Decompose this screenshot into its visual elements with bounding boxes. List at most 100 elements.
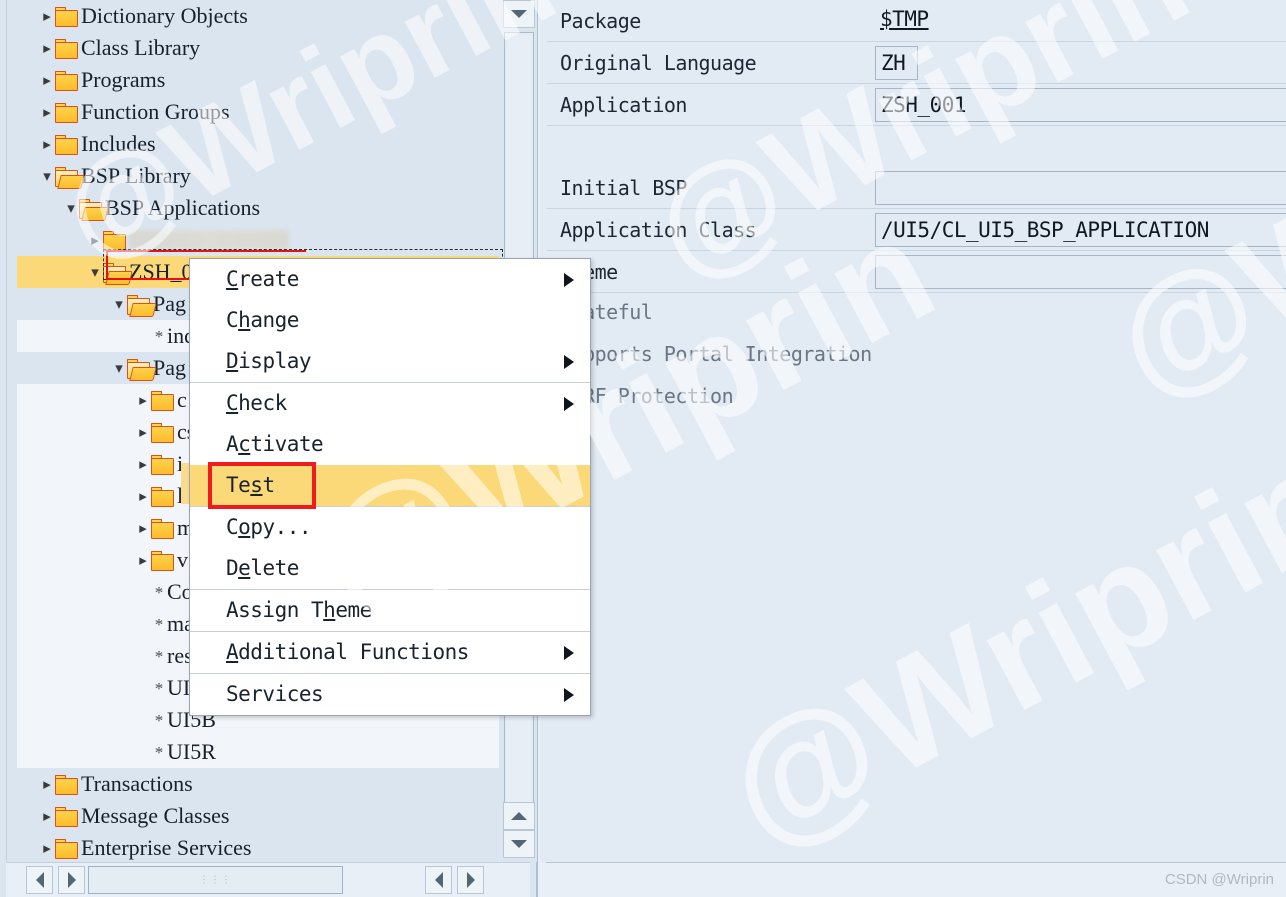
file-icon: *	[151, 321, 167, 353]
tree-node-programs[interactable]: Programs	[17, 64, 499, 96]
tree-node-transactions[interactable]: Transactions	[17, 768, 499, 800]
value-original-language[interactable]: ZH	[875, 46, 918, 80]
form-row-original-language: Original Language ZH	[540, 42, 1286, 84]
file-icon: *	[151, 641, 167, 673]
scroll-right-button-2[interactable]	[457, 866, 484, 894]
value-application[interactable]: ZSH_001	[875, 88, 1286, 122]
tree-node-ui5r[interactable]: *UI5R	[17, 736, 499, 768]
context-menu[interactable]: CreateChange Display Check Activate Test Copy…	[189, 258, 591, 716]
scroll-left-button-2[interactable]	[425, 866, 452, 894]
folder-closed-icon	[55, 776, 79, 795]
row-separator	[547, 292, 1286, 293]
menu-item-label: Display	[226, 349, 311, 373]
folder-closed-icon	[103, 232, 127, 251]
chevron-down-icon	[511, 10, 527, 18]
menu-item-copy[interactable]: Copy...	[190, 507, 590, 548]
csdn-credit: CSDN @Wriprin	[1165, 871, 1274, 888]
label-original-language: Original Language	[560, 42, 756, 84]
tree-horizontal-scrollbar[interactable]: ⋮⋮⋮	[6, 862, 530, 897]
menu-item-test[interactable]: Test	[190, 465, 590, 506]
tree-node-includes[interactable]: Includes	[17, 128, 499, 160]
form-row-package: Package $TMP	[540, 0, 1286, 42]
bsp-application-attributes-form: Package $TMP Original Language ZH Applic…	[540, 0, 1286, 897]
chevron-down-icon[interactable]	[111, 353, 127, 386]
scroll-down-button[interactable]	[503, 830, 535, 858]
label-initial-bsp: Initial BSP	[560, 167, 687, 209]
chevron-down-icon[interactable]	[111, 289, 127, 322]
submenu-arrow-icon	[564, 397, 574, 411]
chevron-down-icon	[511, 840, 527, 848]
tree-node-message-classes[interactable]: Message Classes	[17, 800, 499, 832]
scroll-up-button[interactable]	[503, 802, 535, 830]
menu-item-label: Activate	[226, 432, 323, 456]
scroll-right-button[interactable]	[58, 866, 85, 894]
value-application-class[interactable]: /UI5/CL_UI5_BSP_APPLICATION	[875, 213, 1286, 247]
grip-icon: ⋮⋮⋮	[199, 875, 232, 886]
menu-item-label: Check	[226, 391, 287, 415]
menu-item-display[interactable]: Display	[190, 341, 590, 382]
tree-node-bsp-library[interactable]: BSP Library	[17, 160, 499, 192]
submenu-arrow-icon	[564, 273, 574, 287]
menu-item-check[interactable]: Check	[190, 383, 590, 424]
chevron-down-icon[interactable]	[87, 257, 103, 290]
submenu-arrow-icon	[564, 355, 574, 369]
tree-node-dictionary-objects[interactable]: Dictionary Objects	[17, 0, 499, 32]
status-footer: CSDN @Wriprin	[540, 863, 1286, 897]
menu-item-create[interactable]: Create	[190, 259, 590, 300]
chevron-right-icon[interactable]	[39, 129, 55, 162]
masked-node-label	[129, 230, 289, 250]
form-row-theme: Theme	[540, 251, 1286, 293]
file-icon: *	[151, 609, 167, 641]
chevron-right-icon[interactable]	[39, 801, 55, 834]
chevron-right-icon[interactable]	[135, 545, 151, 578]
value-theme[interactable]	[875, 255, 1286, 289]
scroll-down-top-button[interactable]	[503, 0, 535, 28]
menu-item-label: Test	[226, 473, 275, 497]
chevron-right-icon[interactable]	[135, 481, 151, 514]
tree-node-label: Function Groups	[81, 96, 230, 128]
folder-closed-icon	[151, 488, 175, 507]
tree-node-function-groups[interactable]: Function Groups	[17, 96, 499, 128]
hscrollbar-thumb[interactable]: ⋮⋮⋮	[88, 866, 343, 894]
file-icon: *	[151, 673, 167, 705]
chevron-right-icon[interactable]	[39, 97, 55, 130]
form-row-application-class: Application Class /UI5/CL_UI5_BSP_APPLIC…	[540, 209, 1286, 251]
chevron-right-icon[interactable]	[87, 225, 103, 258]
tree-node-class-library[interactable]: Class Library	[17, 32, 499, 64]
tree-node-bsp-applications[interactable]: BSP Applications	[17, 192, 499, 224]
chevron-right-icon[interactable]	[39, 65, 55, 98]
tree-node-masked-7[interactable]	[17, 224, 499, 256]
chevron-right-icon[interactable]	[39, 1, 55, 34]
menu-item-services[interactable]: Services	[190, 674, 590, 715]
menu-item-additional-functions[interactable]: Additional Functions	[190, 632, 590, 673]
chevron-right-icon[interactable]	[39, 33, 55, 66]
chevron-right-icon[interactable]	[135, 385, 151, 418]
chevron-right-icon[interactable]	[39, 769, 55, 802]
file-icon: *	[151, 705, 167, 737]
tree-node-label: v	[177, 544, 188, 576]
folder-closed-icon	[55, 8, 79, 27]
menu-item-delete[interactable]: Delete	[190, 548, 590, 589]
chevron-down-icon[interactable]	[39, 161, 55, 194]
menu-item-label: Assign Theme	[226, 598, 372, 622]
tree-node-enterprise-services[interactable]: Enterprise Services	[17, 832, 499, 862]
tree-node-label: BSP Applications	[105, 192, 260, 224]
value-initial-bsp[interactable]	[875, 171, 1286, 205]
chevron-down-icon[interactable]	[63, 193, 79, 226]
chevron-right-icon[interactable]	[39, 833, 55, 862]
chevron-right-icon[interactable]	[135, 417, 151, 450]
folder-open-icon	[79, 200, 103, 219]
tree-node-label: Pag	[153, 288, 186, 320]
tree-node-label: Programs	[81, 64, 165, 96]
chevron-right-icon[interactable]	[135, 513, 151, 546]
tree-node-label: Enterprise Services	[81, 832, 251, 862]
value-package[interactable]: $TMP	[875, 3, 1015, 37]
menu-item-activate[interactable]: Activate	[190, 424, 590, 465]
tree-node-label: Transactions	[81, 768, 193, 800]
file-icon: *	[151, 577, 167, 609]
chevron-right-icon[interactable]	[135, 449, 151, 482]
menu-item-change[interactable]: Change	[190, 300, 590, 341]
label-application: Application	[560, 84, 687, 126]
menu-item-assign-theme[interactable]: Assign Theme	[190, 590, 590, 631]
scroll-left-button[interactable]	[26, 866, 53, 894]
